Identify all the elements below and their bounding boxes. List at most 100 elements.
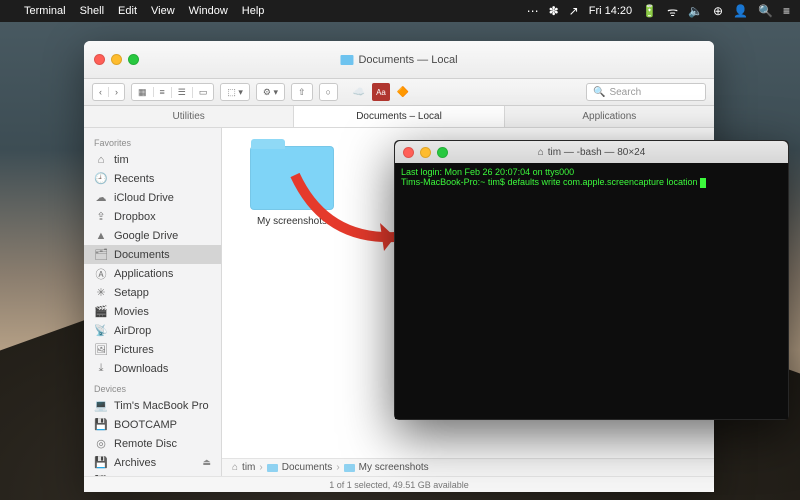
sidebar-icon: ✳ — [94, 286, 108, 299]
nav-forward-button[interactable]: › — [108, 87, 124, 97]
chevron-right-icon: › — [336, 462, 339, 473]
toolbar-app-icon[interactable]: 🔶 — [394, 83, 412, 101]
sidebar-item-airdrop[interactable]: 📡AirDrop — [84, 321, 221, 340]
tab-documents[interactable]: Documents – Local — [294, 106, 504, 127]
sidebar-item-movies[interactable]: 🎬 Movies — [84, 302, 221, 321]
sidebar-icon: 🗂 — [94, 248, 108, 261]
sidebar-item-documents[interactable]: 🗂 Documents — [84, 245, 221, 264]
action-button[interactable]: ⚙ ▾ — [257, 87, 284, 98]
path-segment[interactable]: Documents — [282, 462, 333, 473]
sidebar-icon: ▲ — [94, 230, 108, 242]
menubar-item-window[interactable]: Window — [189, 5, 228, 17]
sidebar-heading-favorites: Favorites — [84, 132, 221, 150]
minimize-icon[interactable] — [111, 54, 122, 65]
status-icon[interactable]: ↗ — [569, 4, 579, 18]
sidebar-device-tim-s-macbook-pro[interactable]: 💻 Tim's MacBook Pro — [84, 396, 221, 415]
menubar-clock[interactable]: Fri 14:20 — [589, 5, 632, 17]
sidebar-icon: Ⓐ — [94, 266, 108, 282]
terminal-output: Last login: Mon Feb 26 20:07:04 on ttys0… — [401, 167, 782, 177]
terminal-window: ⌂tim — -bash — 80×24 Last login: Mon Feb… — [394, 140, 789, 420]
status-icon[interactable]: ⋯ — [527, 4, 539, 18]
menubar-item-shell[interactable]: Shell — [80, 5, 104, 17]
sidebar-icon: 💻 — [94, 399, 108, 412]
status-icon[interactable]: ⊕ — [713, 4, 723, 18]
sidebar-device-archives[interactable]: 💾Archives⏏ — [84, 453, 221, 472]
system-menubar: Terminal Shell Edit View Window Help ⋯ ✽… — [0, 0, 800, 22]
terminal-body[interactable]: Last login: Mon Feb 26 20:07:04 on ttys0… — [395, 163, 788, 419]
sidebar-device-bootcamp[interactable]: 💾BOOTCAMP — [84, 415, 221, 434]
view-icon-button[interactable]: ▦ — [132, 87, 153, 98]
eject-icon[interactable]: ⏏ — [202, 457, 211, 468]
share-button[interactable]: ⇧ — [292, 87, 312, 98]
close-icon[interactable] — [94, 54, 105, 65]
sidebar-item-label: BOOTCAMP — [114, 419, 177, 431]
folder-icon — [344, 464, 355, 472]
minimize-icon[interactable] — [420, 147, 431, 158]
status-icon[interactable]: ✽ — [549, 4, 559, 18]
search-input[interactable]: 🔍 Search — [586, 83, 706, 101]
view-gallery-button[interactable]: ▭ — [192, 87, 214, 98]
sidebar-item-dropbox[interactable]: ⇪Dropbox — [84, 207, 221, 226]
sidebar-item-label: Movies — [114, 306, 149, 318]
sidebar-item-icloud-drive[interactable]: ☁iCloud Drive — [84, 188, 221, 207]
notifications-icon[interactable]: ≡ — [783, 4, 790, 18]
finder-toolbar: ‹› ▦≡☰▭ ⬚ ▾ ⚙ ▾ ⇧ ○ ☁️ Aa 🔶 🔍 Search — [84, 79, 714, 106]
menubar-item-view[interactable]: View — [151, 5, 175, 17]
user-icon: ⌂ — [232, 462, 238, 473]
sidebar-icon: ⇪ — [94, 210, 108, 223]
status-icon[interactable]: 🔋 — [642, 4, 657, 18]
tab-utilities[interactable]: Utilities — [84, 106, 294, 127]
terminal-command: defaults write com.apple.screencapture l… — [507, 177, 700, 187]
sidebar-icon: 🎬 — [94, 305, 108, 318]
terminal-titlebar[interactable]: ⌂tim — -bash — 80×24 — [395, 141, 788, 163]
close-icon[interactable] — [403, 147, 414, 158]
finder-titlebar[interactable]: Documents — Local — [84, 41, 714, 79]
sidebar-icon: 💾 — [94, 456, 108, 469]
finder-statusbar: 1 of 1 selected, 49.51 GB available — [84, 476, 714, 492]
path-segment[interactable]: My screenshots — [359, 462, 429, 473]
sidebar-item-label: Recents — [114, 173, 154, 185]
sidebar-icon: 📡 — [94, 324, 108, 337]
path-segment[interactable]: tim — [242, 462, 255, 473]
sidebar-item-tim[interactable]: ⌂tim — [84, 150, 221, 169]
sidebar-item-pictures[interactable]: 🖼Pictures — [84, 340, 221, 359]
view-list-button[interactable]: ≡ — [153, 87, 171, 97]
arrange-button[interactable]: ⬚ ▾ — [221, 87, 249, 98]
tags-button[interactable]: ○ — [320, 87, 337, 97]
sidebar-item-label: Tim's MacBook Pro — [114, 400, 209, 412]
search-icon[interactable]: 🔍 — [758, 4, 773, 18]
menubar-item-edit[interactable]: Edit — [118, 5, 137, 17]
view-column-button[interactable]: ☰ — [171, 87, 192, 98]
sidebar-item-label: Setapp — [114, 287, 149, 299]
menubar-app[interactable]: Terminal — [24, 5, 66, 17]
zoom-icon[interactable] — [437, 147, 448, 158]
sidebar-item-setapp[interactable]: ✳ Setapp — [84, 283, 221, 302]
nav-back-button[interactable]: ‹ — [93, 87, 108, 97]
toolbar-app-icon[interactable]: ☁️ — [350, 83, 368, 101]
menubar-item-help[interactable]: Help — [242, 5, 265, 17]
tab-applications[interactable]: Applications — [505, 106, 714, 127]
sidebar-item-recents[interactable]: 🕘 Recents — [84, 169, 221, 188]
sidebar-icon: ☁ — [94, 191, 108, 204]
sidebar-device-remote-disc[interactable]: ◎Remote Disc — [84, 434, 221, 453]
toolbar-app-icon[interactable]: Aa — [372, 83, 390, 101]
zoom-icon[interactable] — [128, 54, 139, 65]
user-icon[interactable]: 👤 — [733, 4, 748, 18]
sidebar-item-downloads[interactable]: ⤓Downloads — [84, 359, 221, 378]
sidebar-heading-devices: Devices — [84, 378, 221, 396]
sidebar-item-label: Downloads — [114, 363, 168, 375]
finder-tabs: Utilities Documents – Local Applications — [84, 106, 714, 128]
home-icon: ⌂ — [538, 147, 544, 158]
volume-icon[interactable]: 🔈 — [688, 4, 703, 18]
sidebar-item-label: Remote Disc — [114, 438, 177, 450]
folder-icon — [340, 55, 353, 65]
sidebar-item-label: Pictures — [114, 344, 154, 356]
sidebar-item-label: Documents — [114, 249, 170, 261]
sidebar-item-google-drive[interactable]: ▲Google Drive — [84, 226, 221, 245]
search-icon: 🔍 — [593, 87, 605, 98]
wifi-icon[interactable]: ᯤ — [667, 3, 678, 20]
terminal-prompt: Tims-MacBook-Pro:~ tim$ — [401, 177, 507, 187]
window-title: Documents — Local — [358, 54, 457, 66]
sidebar-item-applications[interactable]: ⒶApplications — [84, 264, 221, 283]
sidebar-icon: 🕘 — [94, 172, 108, 185]
